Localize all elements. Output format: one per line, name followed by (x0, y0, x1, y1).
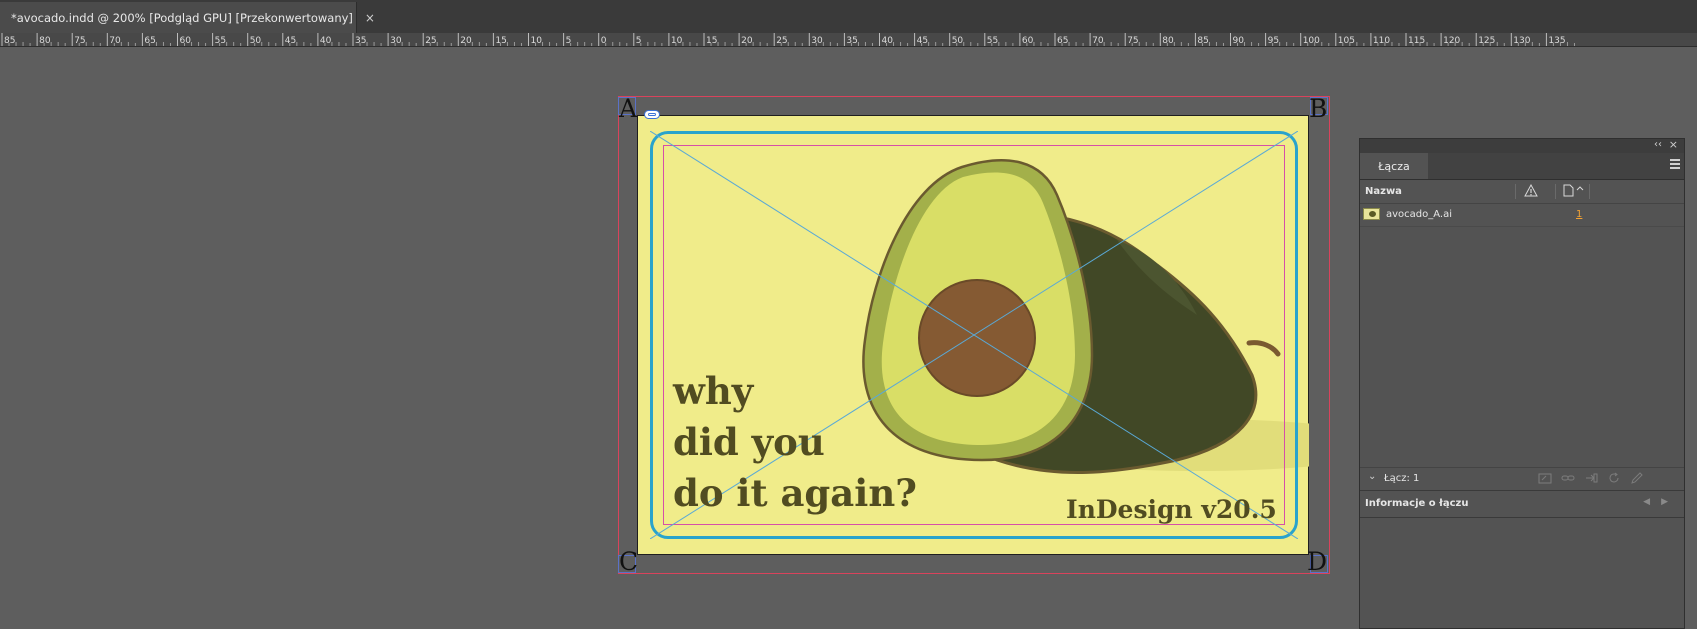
link-name: avocado_A.ai (1386, 209, 1453, 220)
ruler-tick-label: 70 (1092, 36, 1104, 46)
tab-links[interactable]: Łącza (1360, 153, 1428, 179)
ruler-tick-label: 35 (355, 36, 366, 46)
links-panel: ‹‹ × Łącza Nazwa avocado_A.ai 1 ⌄ Łącz: … (1359, 138, 1685, 629)
ruler-tick-label: 30 (390, 36, 402, 46)
headline-line: why (673, 369, 754, 413)
warning-icon[interactable] (1524, 184, 1538, 197)
edit-original-icon[interactable] (1630, 472, 1644, 484)
ruler-tick-label: 20 (741, 36, 753, 46)
link-page-number[interactable]: 1 (1576, 209, 1582, 220)
close-panel-icon[interactable]: × (1669, 138, 1678, 151)
headline-line: did you (673, 420, 825, 464)
links-status-bar: ⌄ Łącz: 1 (1360, 467, 1684, 490)
ruler-scale: 85 80 75 70 65 60 55 50 45 40 35 30 25 20 15 10 5 0 5 10 15 2… (1, 33, 1575, 46)
link-info-section[interactable]: Informacje o łączu ◀ ▶ (1360, 490, 1684, 518)
previous-link-icon[interactable]: ◀ (1643, 497, 1650, 507)
ruler-tick-label: 105 (1338, 36, 1355, 46)
corner-label-d: D (1307, 547, 1328, 576)
version-text[interactable]: InDesign v20.5 (1066, 495, 1277, 525)
ruler-tick-label: 65 (1057, 36, 1068, 46)
column-divider (1589, 184, 1590, 199)
ruler-tick-label: 40 (882, 36, 894, 46)
links-column-header: Nazwa (1360, 180, 1684, 204)
ruler-tick-label: 10 (531, 36, 543, 46)
column-name-header[interactable]: Nazwa (1365, 186, 1402, 197)
ruler-tick-label: 15 (495, 36, 506, 46)
corner-label-b: B (1309, 94, 1328, 123)
links-count: Łącz: 1 (1384, 473, 1420, 484)
update-link-icon[interactable] (1607, 472, 1621, 484)
ruler-tick-label: 75 (74, 36, 85, 46)
ruler-tick-label: 80 (1162, 36, 1174, 46)
ruler-tick-label: 25 (425, 36, 436, 46)
go-to-link-icon[interactable] (1584, 472, 1598, 484)
document-tab-bar: *avocado.indd @ 200% [Podgląd GPU] [Prze… (0, 0, 1697, 33)
ruler-tick-label: 85 (4, 36, 15, 46)
horizontal-ruler[interactable]: 85 80 75 70 65 60 55 50 45 40 35 30 25 20 15 10 5 0 5 10 15 2… (0, 33, 1697, 47)
relink-icon[interactable] (1561, 472, 1575, 484)
ruler-tick-label: 60 (1022, 36, 1034, 46)
link-info-title: Informacje o łączu (1365, 498, 1469, 509)
ruler-tick-label: 130 (1513, 36, 1530, 46)
document-tab[interactable]: *avocado.indd @ 200% [Podgląd GPU] [Prze… (0, 2, 375, 33)
ruler-tick-label: 30 (811, 36, 823, 46)
ruler-tick-label: 70 (109, 36, 121, 46)
ruler-tick-label: 90 (1233, 36, 1245, 46)
link-row[interactable]: avocado_A.ai 1 (1360, 204, 1684, 227)
ruler-tick-label: 85 (1197, 36, 1208, 46)
ruler-tick-label: 80 (39, 36, 51, 46)
close-tab-icon[interactable]: × (365, 11, 375, 25)
panel-tab-strip: Łącza (1360, 153, 1684, 180)
ruler-tick-label: 20 (460, 36, 472, 46)
headline-line: do it again? (673, 471, 917, 515)
ai-file-icon (1363, 208, 1380, 220)
link-badge-icon[interactable] (644, 110, 660, 119)
headline-text[interactable]: why did you do it again? (673, 366, 917, 519)
ruler-tick-label: 45 (917, 36, 928, 46)
ruler-tick-label: 35 (846, 36, 857, 46)
collapse-panel-icon[interactable]: ‹‹ (1654, 139, 1662, 150)
ruler-tick-label: 135 (1548, 36, 1565, 46)
panel-title-bar: ‹‹ × (1360, 138, 1684, 153)
ruler-tick-label: 75 (1127, 36, 1138, 46)
next-link-icon[interactable]: ▶ (1661, 497, 1668, 507)
ruler-tick-label: 125 (1478, 36, 1495, 46)
panel-menu-icon[interactable] (1670, 159, 1680, 171)
ruler-tick-label: 95 (1268, 36, 1279, 46)
ruler-tick-label: 25 (776, 36, 787, 46)
page-sort-icon[interactable] (1563, 184, 1585, 197)
ruler-tick-label: 110 (1373, 36, 1390, 46)
ruler-tick-label: 60 (180, 36, 192, 46)
ruler-tick-label: 10 (671, 36, 683, 46)
relink-from-cc-icon[interactable] (1538, 472, 1552, 484)
ruler-tick-label: 120 (1443, 36, 1460, 46)
corner-label-a: A (619, 94, 638, 123)
ruler-tick-label: 55 (987, 36, 998, 46)
column-divider (1515, 184, 1516, 199)
ruler-tick-label: 100 (1303, 36, 1320, 46)
column-divider (1555, 184, 1556, 199)
ruler-tick-label: 50 (952, 36, 964, 46)
corner-label-c: C (619, 547, 639, 576)
ruler-tick-label: 50 (250, 36, 262, 46)
ruler-tick-label: 40 (320, 36, 332, 46)
ruler-tick-label: 15 (706, 36, 717, 46)
document-tab-title: *avocado.indd @ 200% [Podgląd GPU] [Prze… (11, 10, 353, 25)
chevron-down-icon[interactable]: ⌄ (1368, 471, 1376, 482)
ruler-tick-label: 65 (144, 36, 155, 46)
ruler-tick-label: 115 (1408, 36, 1425, 46)
ruler-tick-label: 45 (285, 36, 296, 46)
ruler-tick-label: 55 (215, 36, 226, 46)
